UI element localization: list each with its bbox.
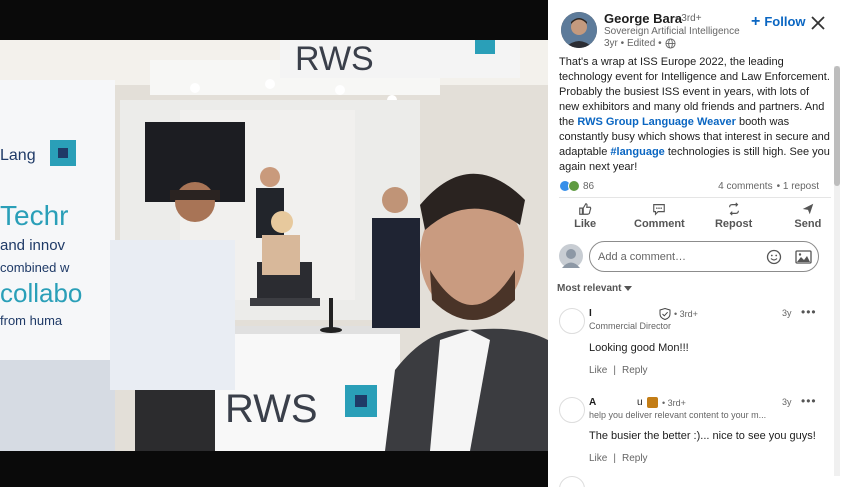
plus-icon: + (751, 12, 761, 30)
comment-actions: Like | Reply (589, 453, 648, 464)
commenter-degree: • 3rd+ (674, 309, 698, 319)
verified-shield-icon (659, 308, 671, 320)
globe-icon (665, 38, 676, 49)
comment-label: Comment (634, 218, 685, 230)
send-button[interactable]: Send (778, 202, 838, 236)
photo-top-bar (0, 0, 548, 40)
post-time: 3yr • Edited • (604, 38, 662, 49)
commenter-degree: • 3rd+ (662, 398, 686, 408)
close-icon (811, 16, 825, 30)
close-button[interactable] (810, 15, 826, 31)
scrollbar-thumb[interactable] (834, 66, 840, 186)
hashtag-language[interactable]: #language (610, 146, 664, 158)
commenter-name[interactable]: A (589, 397, 596, 408)
premium-badge-icon (647, 397, 658, 408)
sort-dropdown[interactable]: Most relevant (557, 283, 633, 294)
post-body: That's a wrap at ISS Europe 2022, the le… (559, 55, 831, 175)
comment-time: 3y (782, 397, 792, 407)
booth-desk-brand: RWS (225, 387, 318, 431)
banner-line-1: Techr (0, 200, 68, 231)
comment-like-button[interactable]: Like (589, 453, 607, 464)
comment-reply-button[interactable]: Reply (622, 453, 648, 464)
comment-actions: Like | Reply (589, 365, 648, 376)
separator: | (613, 453, 616, 464)
commenter-headline: help you deliver relevant content to you… (589, 410, 767, 420)
like-label: Like (574, 218, 597, 230)
banner-line-2: and innov (0, 237, 66, 254)
divider (559, 197, 831, 198)
celebrate-reaction-icon (568, 180, 580, 192)
post-detail-panel: George Bara • 3rd+ Sovereign Artificial … (548, 0, 845, 487)
comment-button[interactable]: Comment (629, 202, 689, 236)
send-icon (802, 203, 814, 215)
comment-more-icon[interactable]: ••• (801, 394, 817, 408)
photo-viewer: RWS Lang Techr and innov combined w coll… (0, 0, 548, 487)
reactions-count: 86 (583, 180, 595, 192)
mention-language-weaver[interactable]: Language Weaver (642, 116, 736, 128)
commenter-name[interactable]: I (589, 308, 592, 319)
caret-down-icon (624, 285, 633, 291)
booth-header-brand: RWS (295, 40, 374, 78)
photo-scene: RWS Lang Techr and innov combined w coll… (0, 40, 548, 451)
like-button[interactable]: Like (555, 202, 615, 236)
sort-label: Most relevant (557, 283, 622, 294)
separator: | (613, 365, 616, 376)
photo-bottom-bar (0, 451, 548, 487)
repost-label: Repost (714, 218, 753, 230)
comment-reply-button[interactable]: Reply (622, 365, 648, 376)
image-icon[interactable] (795, 249, 812, 265)
mention-rws-group[interactable]: RWS Group (577, 116, 639, 128)
comments-count[interactable]: 4 comments (718, 181, 772, 192)
commenter-name-tail: u (637, 397, 643, 408)
send-label: Send (794, 218, 822, 230)
comment-text: Looking good Mon!!! (589, 342, 689, 354)
comment-input[interactable]: Add a comment… (589, 241, 819, 272)
comment-item: A u • 3rd+ help you deliver relevant con… (559, 394, 839, 469)
commenter-headline: Commercial Director (589, 321, 672, 331)
comment-icon (653, 204, 666, 216)
comment-time: 3y (782, 308, 792, 318)
emoji-icon[interactable] (766, 249, 782, 265)
commenter-avatar[interactable] (559, 476, 585, 487)
comment-more-icon[interactable]: ••• (801, 305, 817, 319)
repost-button[interactable]: Repost (704, 202, 764, 236)
thumbs-up-icon (579, 203, 592, 215)
action-bar: Like Comment Repost Send (548, 202, 845, 236)
follow-label: Follow (764, 14, 806, 29)
reposts-count[interactable]: • 1 repost (777, 181, 819, 192)
repost-icon (728, 202, 739, 216)
comment-text: The busier the better :)... nice to see … (589, 430, 816, 442)
engagement-counts: 4 comments • 1 repost (718, 181, 819, 192)
banner-line-3: combined w (0, 260, 70, 275)
comment-item: I • 3rd+ Commercial Director 3y ••• Look… (559, 305, 839, 380)
avatar-image (561, 12, 597, 48)
banner-line-4: collabo (0, 278, 82, 308)
banner-top-text: Lang (0, 147, 36, 164)
author-headline: Sovereign Artificial Intelligence (604, 26, 740, 37)
comment-like-button[interactable]: Like (589, 365, 607, 376)
post-photo[interactable]: RWS Lang Techr and innov combined w coll… (0, 40, 548, 451)
reactions-summary[interactable]: 86 (559, 180, 594, 192)
post-meta: 3yr • Edited • (604, 38, 676, 49)
author-name[interactable]: George Bara (604, 11, 682, 26)
scrollbar[interactable] (834, 66, 840, 476)
commenter-avatar[interactable] (559, 397, 585, 423)
commenter-avatar[interactable] (559, 308, 585, 334)
banner-line-5: from huma (0, 313, 63, 328)
user-silhouette-icon (562, 249, 580, 268)
comment-placeholder: Add a comment… (598, 251, 687, 263)
author-degree: • 3rd+ (675, 13, 702, 24)
author-avatar[interactable] (561, 12, 597, 48)
follow-button[interactable]: + Follow (751, 12, 806, 30)
current-user-avatar (559, 244, 583, 268)
